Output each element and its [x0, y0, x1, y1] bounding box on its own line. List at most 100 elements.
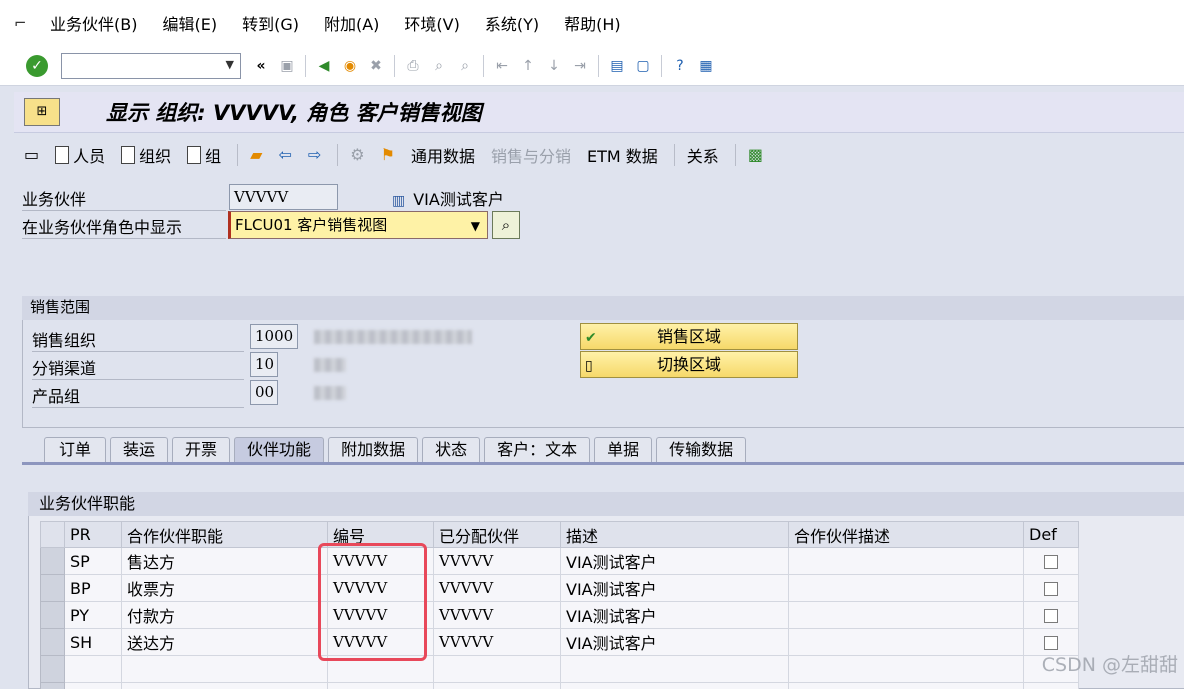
arrow-left-icon[interactable]: ⇦ [278, 145, 291, 164]
create-organization-button[interactable]: 组织 [121, 143, 171, 167]
tab-transport-data[interactable]: 传输数据 [656, 437, 747, 463]
column-header[interactable]: 描述 [560, 521, 789, 548]
tab-status[interactable]: 状态 [422, 437, 481, 463]
sales-org-field[interactable]: 1000 [250, 324, 298, 349]
tab-documents[interactable]: 单据 [594, 437, 653, 463]
toolbar-separator [483, 54, 484, 77]
save-draft-icon[interactable]: ▩ [748, 145, 763, 164]
row-selector-header[interactable] [40, 521, 65, 548]
column-header[interactable]: 合作伙伴职能 [121, 521, 328, 548]
menu-help[interactable]: 帮助(H) [564, 11, 621, 35]
default-checkbox[interactable] [1044, 636, 1058, 650]
cancel-icon[interactable]: ✖ [366, 56, 386, 76]
row-selector[interactable] [40, 628, 65, 656]
empty-cell[interactable] [560, 682, 789, 689]
column-header[interactable]: 合作伙伴描述 [788, 521, 1024, 548]
last-page-icon[interactable]: ⇥ [570, 56, 590, 76]
empty-cell[interactable] [1023, 682, 1079, 689]
empty-cell[interactable] [327, 682, 434, 689]
column-header[interactable]: Def [1023, 521, 1079, 548]
print-icon[interactable]: ⎙ [403, 56, 423, 76]
empty-cell[interactable] [121, 682, 328, 689]
switch-view-icon[interactable]: ⚙ [350, 145, 364, 164]
menu-goto[interactable]: 转到(G) [242, 11, 299, 35]
bp-number-field[interactable]: VVVVV [229, 184, 338, 210]
find-icon[interactable]: ⌕ [429, 56, 449, 76]
column-header[interactable]: 已分配伙伴 [433, 521, 561, 548]
empty-cell[interactable] [64, 682, 122, 689]
toolbar-separator [337, 143, 339, 166]
command-input[interactable] [65, 54, 215, 77]
empty-cell[interactable] [560, 655, 789, 683]
open-folder-icon[interactable]: ▰ [250, 145, 262, 164]
role-label: 在业务伙伴角色中显示 [22, 214, 226, 239]
empty-cell[interactable] [788, 655, 1024, 683]
cell-description: VIA测试客户 [560, 628, 789, 656]
bp-role-select[interactable]: FLCU01 客户销售视图 ▼ [228, 211, 488, 239]
redacted-text [314, 330, 472, 344]
back-icon[interactable]: ◀ [314, 56, 334, 76]
previous-page-icon[interactable]: ↑ [518, 56, 538, 76]
toolbar-separator [237, 143, 239, 166]
menu-business-partner[interactable]: 业务伙伴(B) [50, 11, 137, 35]
sales-area-button[interactable]: ✔ 销售区域 [580, 323, 798, 350]
empty-cell[interactable] [788, 682, 1024, 689]
row-selector[interactable] [40, 601, 65, 629]
screen-menu-icon[interactable]: ⊞ [24, 98, 60, 126]
switch-area-button[interactable]: ▯ 切换区域 [580, 351, 798, 378]
exit-icon[interactable]: ◉ [340, 56, 360, 76]
display-switch-icon[interactable]: ▭ [24, 145, 39, 164]
help-icon[interactable]: ? [670, 56, 690, 76]
empty-cell[interactable] [64, 655, 122, 683]
search-icon[interactable]: ⌕ [492, 211, 520, 239]
create-group-button[interactable]: 组 [187, 143, 221, 167]
new-session-icon[interactable]: ▤ [607, 56, 627, 76]
general-data-button[interactable]: 通用数据 [411, 143, 475, 167]
layout-menu-icon[interactable]: ▦ [696, 56, 716, 76]
tab-additional-data[interactable]: 附加数据 [328, 437, 419, 463]
command-field[interactable]: ▼ [61, 52, 241, 79]
table-row-empty [40, 682, 1079, 689]
tab-orders[interactable]: 订单 [44, 437, 107, 463]
default-checkbox[interactable] [1044, 582, 1058, 596]
arrow-right-icon[interactable]: ⇨ [308, 145, 321, 164]
first-page-icon[interactable]: ⇤ [492, 56, 512, 76]
chevron-down-icon[interactable]: ▼ [471, 213, 480, 239]
menu-edit[interactable]: 编辑(E) [162, 11, 217, 35]
chevron-down-icon[interactable]: ▼ [226, 58, 234, 71]
division-field[interactable]: 00 [250, 380, 278, 405]
find-next-icon[interactable]: ⌕ [455, 56, 475, 76]
collapse-icon[interactable]: « [251, 56, 271, 76]
tab-partner-functions[interactable]: 伙伴功能 [234, 437, 325, 463]
default-checkbox[interactable] [1044, 555, 1058, 569]
etm-data-button[interactable]: ETM 数据 [587, 143, 658, 167]
create-person-button[interactable]: 人员 [55, 143, 105, 167]
next-page-icon[interactable]: ↓ [544, 56, 564, 76]
row-selector[interactable] [40, 574, 65, 602]
row-selector[interactable] [40, 547, 65, 575]
empty-cell[interactable] [121, 655, 328, 683]
tab-shipping[interactable]: 装运 [110, 437, 169, 463]
enter-check-icon[interactable]: ✓ [26, 54, 48, 77]
tab-billing[interactable]: 开票 [172, 437, 231, 463]
switch-area-button-label: 切换区域 [656, 355, 721, 374]
hierarchy-icon[interactable]: ⚑ [381, 145, 395, 164]
empty-cell[interactable] [433, 682, 561, 689]
menu-extras[interactable]: 附加(A) [324, 11, 379, 35]
menu-system[interactable]: 系统(Y) [485, 11, 539, 35]
row-selector[interactable] [40, 655, 65, 683]
default-checkbox[interactable] [1044, 609, 1058, 623]
cell-partner-description [788, 574, 1024, 602]
row-selector[interactable] [40, 682, 65, 689]
relationships-button[interactable]: 关系 [687, 143, 719, 167]
factory-icon: ▥ [392, 193, 406, 209]
tab-customer-texts[interactable]: 客户：文本 [484, 437, 591, 463]
dist-channel-field[interactable]: 10 [250, 352, 278, 377]
save-icon[interactable]: ▣ [277, 56, 297, 76]
table-row: BP 收票方 VVVVV VVVVV VIA测试客户 [40, 574, 1079, 602]
shortcut-icon[interactable]: ▢ [633, 56, 653, 76]
system-menu-icon[interactable]: ⌐ [14, 14, 32, 32]
empty-cell[interactable] [433, 655, 561, 683]
menu-environment[interactable]: 环境(V) [404, 11, 459, 35]
column-header[interactable]: PR [64, 521, 122, 548]
